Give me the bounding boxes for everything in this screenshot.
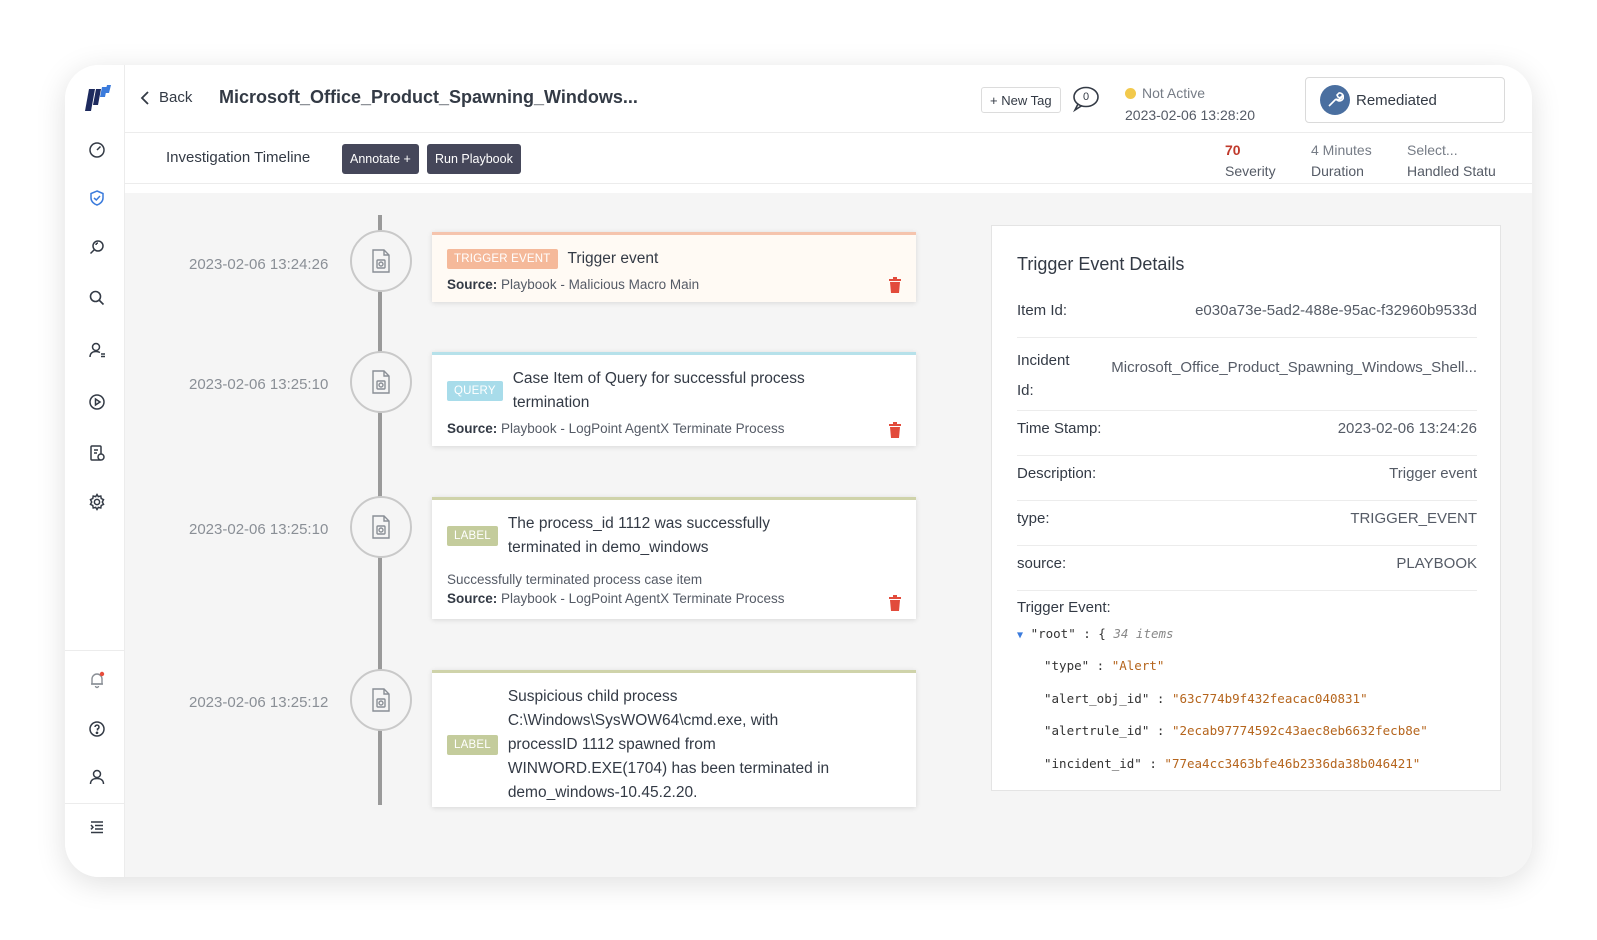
delete-icon[interactable] xyxy=(888,595,902,611)
play-circle-icon[interactable] xyxy=(85,390,109,414)
caret-down-icon[interactable]: ▼ xyxy=(1017,630,1023,641)
severity-value: 70 xyxy=(1225,142,1241,158)
main-area: Back Microsoft_Office_Product_Spawning_W… xyxy=(125,65,1532,877)
query-tag: QUERY xyxy=(447,381,503,401)
timeline-card-label[interactable]: LABEL The process_id 1112 was successful… xyxy=(432,497,916,619)
status-timestamp: 2023-02-06 13:28:20 xyxy=(1125,107,1255,123)
comments-button[interactable]: 0 xyxy=(1071,85,1101,113)
card-title: Trigger event xyxy=(567,250,659,267)
card-source: Source: Playbook - LogPoint AgentX Termi… xyxy=(447,421,785,436)
logpoint-logo xyxy=(85,85,111,111)
detail-row-incident-id: Incident Id: Microsoft_Office_Product_Sp… xyxy=(1017,346,1477,411)
timeline-timestamp: 2023-02-06 13:24:26 xyxy=(189,256,329,273)
comment-count: 0 xyxy=(1082,91,1090,103)
timeline-card-query[interactable]: QUERY Case Item of Query for successful … xyxy=(432,352,916,446)
timeline-node xyxy=(350,230,412,292)
card-description: Successfully terminated process case ite… xyxy=(447,572,703,587)
activity-status: Not Active 2023-02-06 13:28:20 xyxy=(1125,85,1255,123)
users-icon[interactable] xyxy=(85,338,109,362)
wrench-icon xyxy=(1320,85,1350,115)
detail-row-time-stamp: Time Stamp: 2023-02-06 13:24:26 xyxy=(1017,420,1477,456)
document-icon xyxy=(372,249,390,273)
panel-heading: Trigger Event Details xyxy=(1017,254,1185,274)
trigger-event-tag: TRIGGER EVENT xyxy=(447,249,558,269)
search-icon[interactable] xyxy=(85,286,109,310)
card-source: Source: Playbook - LogPoint AgentX Termi… xyxy=(447,591,785,606)
card-source: Source: Playbook - Malicious Macro Main xyxy=(447,277,700,292)
timeline-timestamp: 2023-02-06 13:25:10 xyxy=(189,521,329,538)
run-playbook-button[interactable]: Run Playbook xyxy=(427,144,521,174)
timeline-node xyxy=(350,496,412,558)
document-icon xyxy=(372,515,390,539)
timeline-node xyxy=(350,351,412,413)
resolution-dropdown[interactable]: Remediated xyxy=(1305,77,1505,123)
resolution-label: Remediated xyxy=(1356,91,1437,109)
json-row: "alert_obj_id" : "63c774b9f432feacac0408… xyxy=(1044,691,1368,706)
menu-icon[interactable] xyxy=(85,815,109,839)
report-icon[interactable] xyxy=(85,441,109,465)
detail-row-item-id: Item Id: e030a73e-5ad2-488e-95ac-f32960b… xyxy=(1017,302,1477,338)
settings-icon[interactable] xyxy=(85,490,109,514)
trigger-event-details-panel: Trigger Event Details Item Id: e030a73e-… xyxy=(991,225,1501,791)
timeline-content: 2023-02-06 13:24:26 TRIGGER EVENT Trigge… xyxy=(125,185,1532,877)
detail-row-description: Description: Trigger event xyxy=(1017,465,1477,501)
dashboard-icon[interactable] xyxy=(85,137,109,161)
duration-label: Duration xyxy=(1311,163,1364,179)
user-icon[interactable] xyxy=(85,765,109,789)
status-dot xyxy=(1125,88,1136,99)
delete-icon[interactable] xyxy=(888,422,902,438)
trigger-event-label: Trigger Event: xyxy=(1017,599,1111,616)
chevron-left-icon xyxy=(140,90,149,105)
handled-status-select[interactable]: Select... Handled Statu xyxy=(1407,140,1496,182)
duration-value: 4 Minutes xyxy=(1311,142,1372,158)
app-window: Back Microsoft_Office_Product_Spawning_W… xyxy=(65,65,1532,877)
timeline-card-trigger[interactable]: TRIGGER EVENT Trigger event Source: Play… xyxy=(432,232,916,302)
handled-status-value: Select... xyxy=(1407,142,1458,158)
help-icon[interactable] xyxy=(85,717,109,741)
detail-row-source: source: PLAYBOOK xyxy=(1017,555,1477,591)
back-button[interactable]: Back xyxy=(139,89,192,106)
timeline-timestamp: 2023-02-06 13:25:12 xyxy=(189,694,329,711)
label-tag: LABEL xyxy=(447,526,498,546)
shield-check-icon[interactable] xyxy=(85,186,109,210)
new-tag-button[interactable]: + New Tag xyxy=(981,87,1061,113)
annotate-button[interactable]: Annotate + xyxy=(342,144,419,174)
document-icon xyxy=(372,370,390,394)
detail-row-type: type: TRIGGER_EVENT xyxy=(1017,510,1477,546)
delete-icon[interactable] xyxy=(888,277,902,293)
card-title: The process_id 1112 was successfully ter… xyxy=(507,515,771,556)
json-row: "alertrule_id" : "2ecab97774592c43aec8eb… xyxy=(1044,723,1428,738)
card-title: Suspicious child process C:\Windows\SysW… xyxy=(507,688,830,801)
notification-bell-icon[interactable] xyxy=(85,668,109,692)
handled-status-label: Handled Statu xyxy=(1407,163,1496,179)
nav-rail xyxy=(65,65,125,877)
severity-metric: 70 Severity xyxy=(1225,140,1276,182)
incident-header: Back Microsoft_Office_Product_Spawning_W… xyxy=(125,65,1532,133)
back-label: Back xyxy=(159,89,193,106)
section-title: Investigation Timeline xyxy=(166,149,311,166)
json-row: "incident_id" : "77ea4cc3463bfe46b2336da… xyxy=(1044,756,1421,771)
document-icon xyxy=(372,688,390,712)
timeline-timestamp: 2023-02-06 13:25:10 xyxy=(189,376,329,393)
duration-metric: 4 Minutes Duration xyxy=(1311,140,1372,182)
json-tree-root[interactable]: ▼ "root" : { 34 items xyxy=(1017,626,1174,641)
search-alt-icon[interactable] xyxy=(85,235,109,259)
label-tag: LABEL xyxy=(447,735,498,755)
timeline-toolbar: Investigation Timeline Annotate + Run Pl… xyxy=(125,134,1532,184)
incident-title: Microsoft_Office_Product_Spawning_Window… xyxy=(219,87,638,107)
json-row: "type" : "Alert" xyxy=(1044,658,1165,673)
severity-label: Severity xyxy=(1225,163,1276,179)
status-label: Not Active xyxy=(1142,85,1206,101)
card-title: Case Item of Query for successful proces… xyxy=(512,370,805,411)
timeline-node xyxy=(350,669,412,731)
timeline-card-label[interactable]: LABEL Suspicious child process C:\Window… xyxy=(432,670,916,807)
